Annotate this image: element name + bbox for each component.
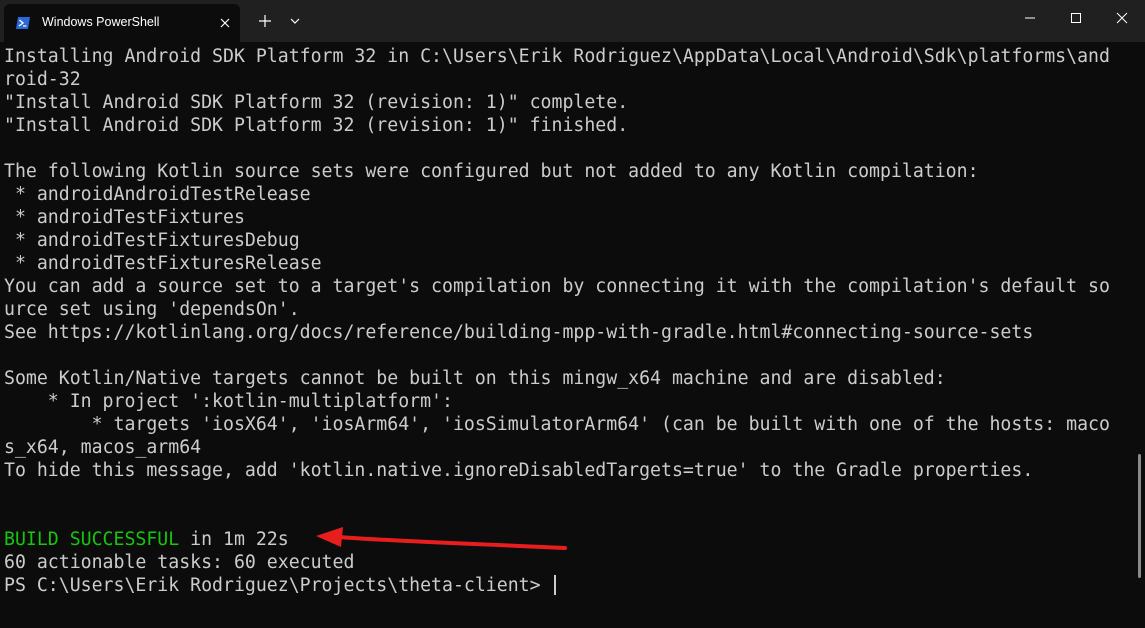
maximize-button[interactable] [1053, 0, 1099, 36]
plus-icon[interactable] [256, 12, 274, 30]
shell-prompt: PS C:\Users\Erik Rodriguez\Projects\thet… [4, 575, 552, 596]
output-line: * androidTestFixturesRelease [4, 253, 322, 274]
title-bar: Windows PowerShell [0, 0, 1145, 42]
output-line: You can add a source set to a target's c… [4, 276, 1110, 297]
maximize-icon [1071, 13, 1081, 23]
build-result-line: BUILD SUCCESSFUL in 1m 22s [4, 528, 1129, 551]
text-cursor [553, 575, 556, 595]
output-line: * androidAndroidTestRelease [4, 184, 311, 205]
output-line: * androidTestFixturesDebug [4, 230, 300, 251]
output-line: * In project ':kotlin-multiplatform': [4, 391, 453, 412]
output-line: "Install Android SDK Platform 32 (revisi… [4, 115, 629, 136]
close-window-button[interactable] [1099, 0, 1145, 36]
chevron-down-icon[interactable] [287, 12, 303, 30]
output-line: s_x64, macos_arm64 [4, 437, 202, 458]
output-line: To hide this message, add 'kotlin.native… [4, 460, 1034, 481]
tab-title: Windows PowerShell [42, 15, 160, 29]
terminal-output[interactable]: Installing Android SDK Platform 32 in C:… [4, 45, 1129, 625]
close-icon[interactable] [216, 14, 234, 32]
output-line: Installing Android SDK Platform 32 in C:… [4, 46, 1110, 67]
powershell-window: Windows PowerShell Installing Android SD… [0, 0, 1145, 628]
tasks-summary-line: 60 actionable tasks: 60 executed [4, 552, 355, 573]
scrollbar-thumb[interactable] [1138, 454, 1141, 578]
powershell-icon [16, 17, 30, 29]
minimize-icon [1025, 17, 1035, 19]
build-time: in 1m 22s [179, 529, 289, 550]
output-line: Some Kotlin/Native targets cannot be bui… [4, 368, 946, 389]
output-line: The following Kotlin source sets were co… [4, 161, 979, 182]
tab-windows-powershell[interactable]: Windows PowerShell [4, 4, 240, 42]
output-line: * targets 'iosX64', 'iosArm64', 'iosSimu… [4, 414, 1110, 435]
output-line: See https://kotlinlang.org/docs/referenc… [4, 322, 1034, 343]
build-status: BUILD SUCCESSFUL [4, 529, 180, 550]
output-line: roid-32 [4, 69, 81, 90]
close-icon [1116, 12, 1128, 24]
output-line: * androidTestFixtures [4, 207, 245, 228]
output-line: "Install Android SDK Platform 32 (revisi… [4, 92, 629, 113]
minimize-button[interactable] [1007, 0, 1053, 36]
output-line: urce set using 'dependsOn'. [4, 299, 300, 320]
prompt-line[interactable]: PS C:\Users\Erik Rodriguez\Projects\thet… [4, 574, 1129, 597]
